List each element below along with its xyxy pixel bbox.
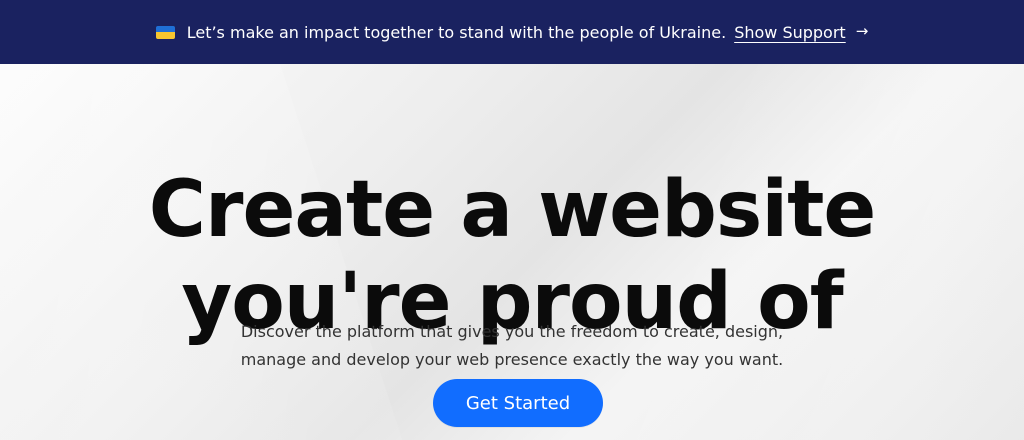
headline-line-1: Create a website	[148, 165, 877, 256]
description-line-2: manage and develop your web presence exa…	[240, 350, 784, 369]
get-started-button[interactable]: Get Started	[433, 379, 603, 427]
banner-message: Let’s make an impact together to stand w…	[186, 22, 727, 42]
arrow-right-icon[interactable]: →	[856, 23, 869, 39]
announcement-banner: Let’s make an impact together to stand w…	[0, 0, 1024, 64]
hero-section: Create a website you're proud of Discove…	[0, 64, 1024, 440]
hero-description: Discover the platform that gives you the…	[0, 318, 1024, 374]
description-line-1: Discover the platform that gives you the…	[240, 322, 784, 341]
show-support-link[interactable]: Show Support	[734, 23, 846, 42]
ukraine-flag-icon	[155, 25, 175, 39]
